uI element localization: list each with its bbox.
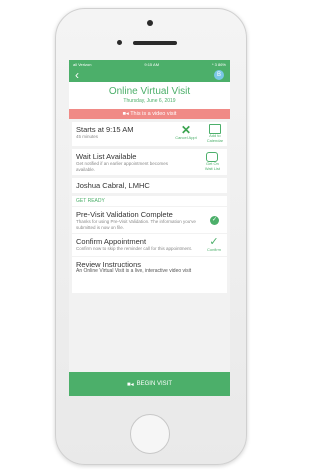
video-camera-icon: ■◂ <box>122 111 129 117</box>
add-to-calendar-button[interactable]: Add to Calendar <box>207 124 223 143</box>
nav-header: ‹ B <box>69 68 230 82</box>
confirm-desc: Confirm now to skip the reminder call fo… <box>76 246 193 251</box>
waitlist-card: Wait List Available Get notified if an e… <box>72 149 227 175</box>
alarm-clock-icon <box>206 152 219 162</box>
get-ready-heading: GET READY <box>72 196 227 206</box>
duration: 45 minutes <box>76 134 99 139</box>
begin-visit-label: BEGIN VISIT <box>136 381 172 387</box>
proximity-sensor <box>117 40 122 45</box>
camera <box>147 20 153 26</box>
confirm-label: Confirm <box>206 247 221 252</box>
calendar-label-2: Calendar <box>206 137 223 143</box>
visit-title-block: Online Virtual Visit Thursday, June 6, 2… <box>69 82 230 109</box>
confirm-title: Confirm Appointment <box>76 237 147 246</box>
time-text: 9:15 AM <box>144 61 160 67</box>
status-bar: all Verizon 9:15 AM * 3 86% <box>69 60 230 68</box>
back-chevron-icon[interactable]: ‹ <box>75 68 79 82</box>
check-circle-icon: ✓ <box>210 216 219 225</box>
video-camera-icon: ■◂ <box>127 381 134 388</box>
avatar[interactable]: B <box>214 70 224 80</box>
provider-name: Joshua Cabral, LMHC <box>76 181 150 190</box>
waitlist-desc: Get notified if an earlier appointment b… <box>76 161 169 172</box>
page-title: Online Virtual Visit <box>108 86 191 97</box>
validation-desc: Thanks for using Pre-Visit Validation. T… <box>76 219 196 230</box>
review-desc: An Online Virtual Visit is a live, inter… <box>76 267 192 274</box>
confirm-button[interactable]: ✓ Confirm <box>207 237 221 253</box>
cancel-appt-button[interactable]: ✕ Cancel Appt <box>175 124 197 143</box>
video-visit-banner: ■◂ This is a video visit <box>69 109 230 119</box>
confirm-card: Confirm Appointment Confirm now to skip … <box>72 234 227 256</box>
review-card[interactable]: Review Instructions An Online Virtual Vi… <box>72 256 227 293</box>
provider-card[interactable]: Joshua Cabral, LMHC <box>72 178 227 193</box>
app-screen: all Verizon 9:15 AM * 3 86% ‹ B Online V… <box>69 60 230 396</box>
waitlist-action-2: Wait List <box>204 165 220 171</box>
carrier-text: all Verizon <box>73 61 92 67</box>
waitlist-title: Wait List Available <box>76 152 137 161</box>
start-time: Starts at 9:15 AM <box>76 125 134 134</box>
calendar-icon <box>208 124 221 134</box>
banner-text: This is a video visit <box>130 111 177 117</box>
get-on-waitlist-button[interactable]: Get On Wait List <box>205 152 220 171</box>
visit-date: Thursday, June 6, 2019 <box>123 98 176 104</box>
validation-title: Pre-Visit Validation Complete <box>76 210 173 219</box>
cancel-appt-label: Cancel Appt <box>175 135 197 140</box>
begin-visit-button[interactable]: ■◂ BEGIN VISIT <box>69 372 230 396</box>
validation-card: Pre-Visit Validation Complete Thanks for… <box>72 207 227 233</box>
earpiece-speaker <box>133 41 177 45</box>
home-button[interactable] <box>130 414 170 454</box>
appointment-card: Starts at 9:15 AM 45 minutes ✕ Cancel Ap… <box>72 122 227 146</box>
battery-text: * 3 86% <box>211 61 226 67</box>
